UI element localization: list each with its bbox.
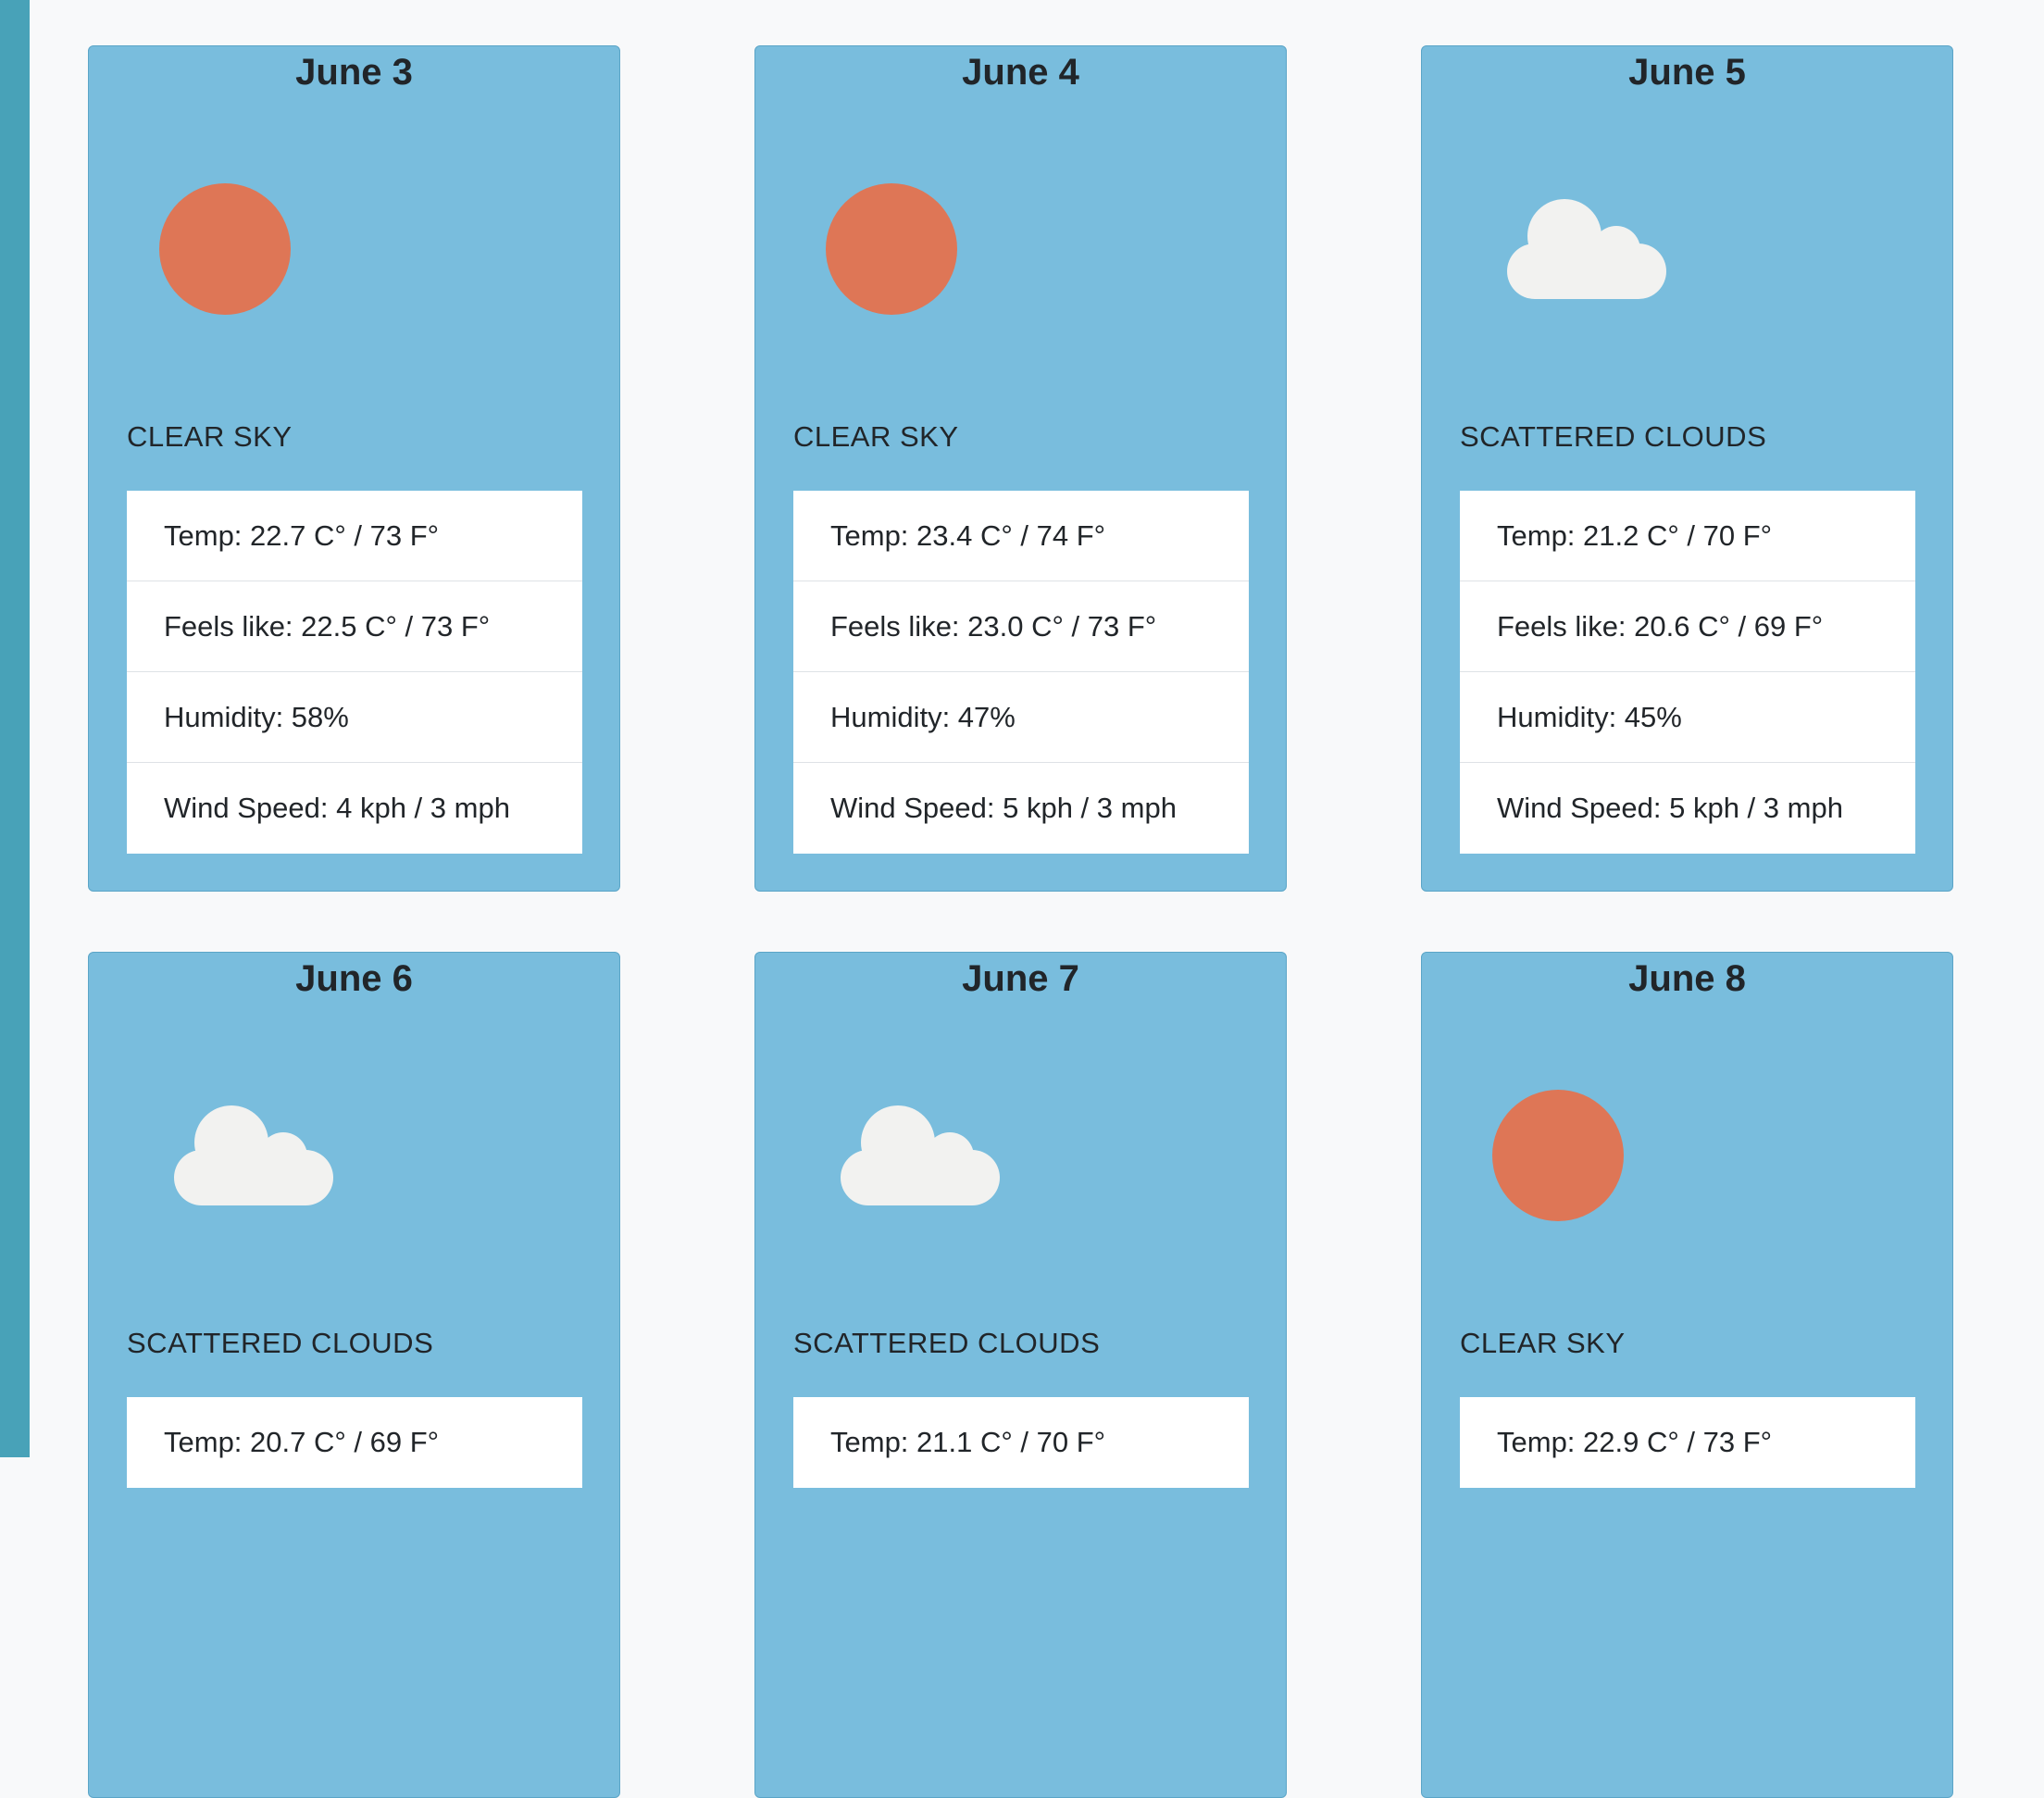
wind-speed-item: Wind Speed: 5 kph / 3 mph xyxy=(830,792,1177,824)
forecast-card: June 3 CLEAR SKY Temp: 22.7 C° / 73 F° F… xyxy=(88,45,620,892)
forecast-date: June 5 xyxy=(1628,52,1746,93)
cloud-icon xyxy=(1507,199,1666,299)
sun-icon xyxy=(159,183,291,315)
sun-icon xyxy=(1492,1090,1624,1221)
wind-speed-item: Wind Speed: 5 kph / 3 mph xyxy=(1497,792,1843,824)
weather-stats-list: Temp: 21.1 C° / 70 F° xyxy=(793,1397,1249,1488)
forecast-date: June 6 xyxy=(295,958,413,999)
temperature-item: Temp: 21.1 C° / 70 F° xyxy=(830,1426,1106,1458)
weather-condition: SCATTERED CLOUDS xyxy=(793,1327,1101,1359)
forecast-card: June 5 SCATTERED CLOUDS Temp: 21.2 C° / … xyxy=(1421,45,1953,892)
weather-stats-list: Temp: 22.9 C° / 73 F° xyxy=(1460,1397,1915,1488)
feels-like-item: Feels like: 22.5 C° / 73 F° xyxy=(127,581,582,672)
weather-stats-list: Temp: 22.7 C° / 73 F° Feels like: 22.5 C… xyxy=(127,491,582,854)
temperature-item: Temp: 22.9 C° / 73 F° xyxy=(1497,1426,1773,1458)
humidity-item: Humidity: 45% xyxy=(1460,672,1915,763)
weather-condition: CLEAR SKY xyxy=(127,420,293,453)
sun-icon xyxy=(826,183,957,315)
forecast-date: June 8 xyxy=(1628,958,1746,999)
humidity-item: Humidity: 47% xyxy=(793,672,1249,763)
temperature-item: Temp: 23.4 C° / 74 F° xyxy=(793,491,1249,581)
forecast-card: June 7 SCATTERED CLOUDS Temp: 21.1 C° / … xyxy=(754,952,1287,1798)
temperature-item: Temp: 22.7 C° / 73 F° xyxy=(127,491,582,581)
humidity-item: Humidity: 58% xyxy=(127,672,582,763)
feels-like-item: Feels like: 20.6 C° / 69 F° xyxy=(1460,581,1915,672)
forecast-card: June 4 CLEAR SKY Temp: 23.4 C° / 74 F° F… xyxy=(754,45,1287,892)
cloud-icon xyxy=(174,1105,333,1205)
wind-speed-item: Wind Speed: 4 kph / 3 mph xyxy=(164,792,510,824)
forecast-grid: June 3 CLEAR SKY Temp: 22.7 C° / 73 F° F… xyxy=(88,45,1953,1798)
feels-like-item: Feels like: 23.0 C° / 73 F° xyxy=(793,581,1249,672)
temperature-item: Temp: 21.2 C° / 70 F° xyxy=(1460,491,1915,581)
weather-condition: SCATTERED CLOUDS xyxy=(127,1327,434,1359)
forecast-card: June 6 SCATTERED CLOUDS Temp: 20.7 C° / … xyxy=(88,952,620,1798)
forecast-date: June 7 xyxy=(962,958,1079,999)
weather-stats-list: Temp: 20.7 C° / 69 F° xyxy=(127,1397,582,1488)
forecast-date: June 4 xyxy=(962,52,1079,93)
temperature-item: Temp: 20.7 C° / 69 F° xyxy=(164,1426,440,1458)
left-accent-bar xyxy=(0,0,30,1457)
forecast-card: June 8 CLEAR SKY Temp: 22.9 C° / 73 F° xyxy=(1421,952,1953,1798)
weather-condition: CLEAR SKY xyxy=(1460,1327,1626,1359)
weather-condition: CLEAR SKY xyxy=(793,420,959,453)
weather-stats-list: Temp: 21.2 C° / 70 F° Feels like: 20.6 C… xyxy=(1460,491,1915,854)
cloud-icon xyxy=(841,1105,1000,1205)
weather-condition: SCATTERED CLOUDS xyxy=(1460,420,1767,453)
weather-stats-list: Temp: 23.4 C° / 74 F° Feels like: 23.0 C… xyxy=(793,491,1249,854)
forecast-date: June 3 xyxy=(295,52,413,93)
